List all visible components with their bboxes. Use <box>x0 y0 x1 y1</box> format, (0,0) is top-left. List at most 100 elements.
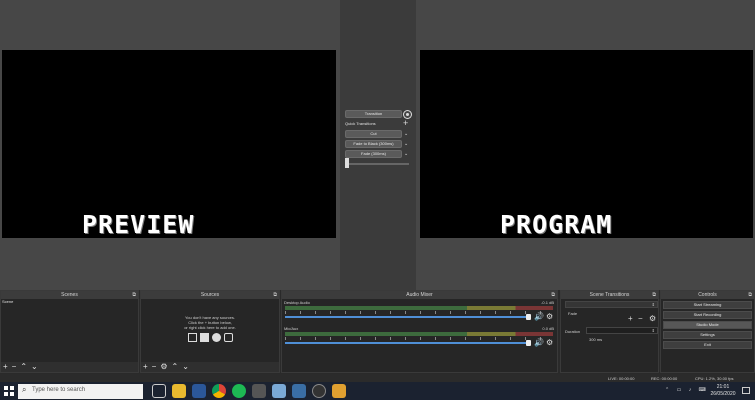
add-scene-plus-icon[interactable]: + <box>3 362 8 372</box>
controls-title: Controls <box>661 291 754 299</box>
channel-db: -0.1 dB <box>541 300 554 305</box>
quick-transition-fade[interactable]: Fade (300ms) <box>345 150 402 158</box>
start-streaming-button[interactable]: Start Streaming <box>663 301 752 309</box>
float-dock-icon[interactable]: ⧉ <box>652 291 656 299</box>
meter-ticks <box>285 311 553 314</box>
scenes-dock: Scenes ⧉ Scene + − ⌃ ⌄ <box>0 290 139 373</box>
move-down-chevron-icon[interactable]: ⌄ <box>182 362 189 372</box>
channel-name: Mic/Aux <box>284 326 299 331</box>
exit-button[interactable]: Exit <box>663 341 752 349</box>
program-label: PROGRAM <box>500 210 613 239</box>
taskbar-search-box[interactable]: ⌕ Type here to search <box>18 384 143 399</box>
chevron-down-icon[interactable]: ⌄ <box>404 150 408 158</box>
channel-name: Desktop Audio <box>284 300 310 305</box>
add-quick-transition-plus-icon[interactable]: + <box>403 118 408 128</box>
preview-screen[interactable]: PREVIEW <box>2 50 336 239</box>
audio-mixer-dock: Audio Mixer ⧉ Desktop Audio -0.1 dB 🔊 ⚙ … <box>281 290 558 373</box>
settings-button[interactable]: Settings <box>663 331 752 339</box>
preview-label: PREVIEW <box>82 210 195 239</box>
transition-button[interactable]: Transition <box>345 110 402 118</box>
chevron-down-icon[interactable]: ⌄ <box>404 130 408 138</box>
file-explorer-icon[interactable] <box>172 384 186 398</box>
scene-transitions-title: Scene Transitions <box>561 291 658 299</box>
system-tray-icons[interactable]: ⌃ ▭ ♪ ⌨ <box>665 387 709 393</box>
controls-dock: Controls ⧉ Start Streaming Start Recordi… <box>660 290 755 373</box>
float-dock-icon[interactable]: ⧉ <box>551 291 555 299</box>
studio-mode-button[interactable]: Studio Mode <box>663 321 752 329</box>
meter-ticks <box>285 337 553 340</box>
clock-time: 21:01 <box>716 384 730 390</box>
duration-input[interactable]: 300 ms ⇕ <box>586 327 658 342</box>
explorer-icon[interactable] <box>272 384 286 398</box>
camera-icon <box>223 333 233 342</box>
move-down-chevron-icon[interactable]: ⌄ <box>31 362 38 372</box>
live-status: LIVE: 00:00:00 <box>608 376 635 381</box>
clock-date: 26/05/2020 <box>710 391 736 397</box>
scenes-toolbar: + − ⌃ ⌄ <box>1 362 138 372</box>
display-source-icon <box>199 333 209 342</box>
sources-toolbar: + − ⚙ ⌃ ⌄ <box>141 362 279 372</box>
remove-source-minus-icon[interactable]: − <box>152 362 157 372</box>
windows-start-icon[interactable] <box>4 386 14 396</box>
source-settings-gear-icon[interactable]: ⚙ <box>160 362 167 372</box>
transition-settings-gear-icon[interactable] <box>404 111 411 118</box>
photos-icon[interactable] <box>292 384 306 398</box>
transition-gear-icon[interactable]: ⚙ <box>649 315 656 323</box>
controls-body: Start Streaming Start Recording Studio M… <box>661 299 754 372</box>
search-placeholder: Type here to search <box>32 387 86 393</box>
channel-db: 0.0 dB <box>542 326 554 331</box>
remove-scene-minus-icon[interactable]: − <box>12 362 17 372</box>
app-icon[interactable] <box>332 384 346 398</box>
volume-slider[interactable] <box>285 316 527 318</box>
volume-slider-handle[interactable] <box>526 314 531 320</box>
image-source-icon <box>187 333 197 342</box>
float-dock-icon[interactable]: ⧉ <box>748 291 752 299</box>
move-up-chevron-icon[interactable]: ⌃ <box>172 362 179 372</box>
sources-list[interactable]: You don't have any sources. Click the + … <box>141 299 279 362</box>
sources-empty-line: or right click here to add one. <box>184 325 236 330</box>
quick-transitions-label: Quick Transitions <box>345 121 376 126</box>
calculator-icon[interactable] <box>252 384 266 398</box>
channel-settings-gear-icon[interactable]: ⚙ <box>546 312 553 321</box>
word-icon[interactable] <box>192 384 206 398</box>
speaker-icon[interactable]: 🔊 <box>534 338 544 347</box>
scene-transitions-dock: Scene Transitions ⧉ Fade ⇕ + − ⚙ Duratio… <box>560 290 659 373</box>
quick-transition-cut[interactable]: Cut <box>345 130 402 138</box>
remove-transition-minus-icon[interactable]: − <box>638 315 643 323</box>
start-recording-button[interactable]: Start Recording <box>663 311 752 319</box>
audio-mixer-title: Audio Mixer <box>282 291 557 299</box>
t-bar-track[interactable] <box>345 163 409 165</box>
program-screen[interactable]: PROGRAM <box>420 50 753 239</box>
sources-dock-title: Sources <box>141 291 279 299</box>
chevron-down-icon[interactable]: ⌄ <box>404 140 408 148</box>
volume-slider[interactable] <box>285 342 527 344</box>
taskbar-icons <box>152 384 346 398</box>
search-icon: ⌕ <box>22 385 27 394</box>
volume-slider-handle[interactable] <box>526 340 531 346</box>
move-up-chevron-icon[interactable]: ⌃ <box>20 362 27 372</box>
speaker-icon[interactable]: 🔊 <box>534 312 544 321</box>
scenes-dock-title: Scenes <box>1 291 138 299</box>
channel-settings-gear-icon[interactable]: ⚙ <box>546 338 553 347</box>
add-source-plus-icon[interactable]: + <box>143 362 148 372</box>
quick-transition-fade-black[interactable]: Fade to Black (300ms) <box>345 140 402 148</box>
scenes-list[interactable]: Scene <box>1 299 138 362</box>
chrome-icon[interactable] <box>212 384 226 398</box>
spotify-icon[interactable] <box>232 384 246 398</box>
audio-mixer-body: Desktop Audio -0.1 dB 🔊 ⚙ Mic/Aux 0.0 dB… <box>282 299 557 372</box>
obs-icon[interactable] <box>312 384 326 398</box>
add-transition-plus-icon[interactable]: + <box>628 315 633 323</box>
notifications-icon[interactable] <box>742 387 750 394</box>
globe-icon <box>211 333 221 342</box>
volume-meter <box>285 332 553 336</box>
scene-list-item[interactable]: Scene <box>1 299 138 305</box>
transition-select[interactable]: Fade ⇕ <box>565 301 658 316</box>
sources-dock: Sources ⧉ You don't have any sources. Cl… <box>140 290 280 373</box>
cpu-status: CPU: 1.2%, 30.00 fps <box>695 376 734 381</box>
task-view-icon[interactable] <box>152 384 166 398</box>
t-bar-handle[interactable] <box>345 158 349 168</box>
taskbar-clock[interactable]: 21:01 26/05/2020 <box>708 384 738 398</box>
duration-label: Duration <box>565 329 581 334</box>
float-dock-icon[interactable]: ⧉ <box>132 291 136 299</box>
float-dock-icon[interactable]: ⧉ <box>273 291 277 299</box>
